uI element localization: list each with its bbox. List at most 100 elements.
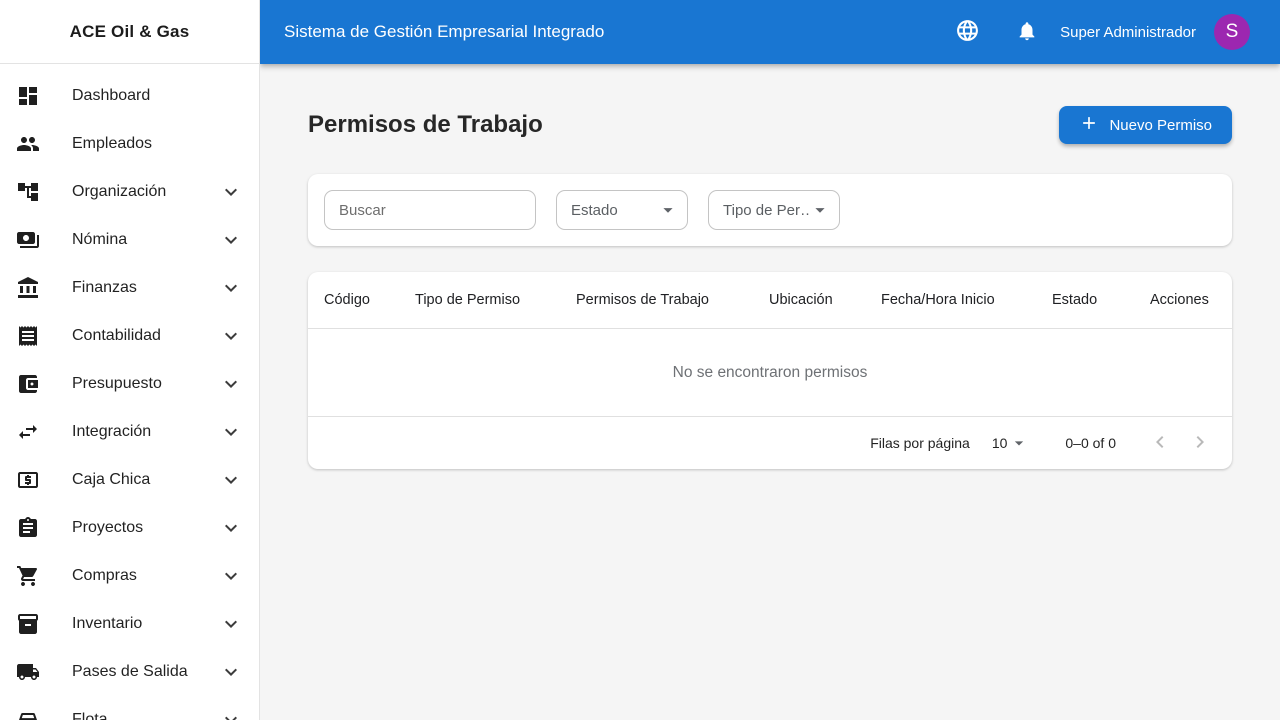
language-button[interactable] (955, 18, 980, 46)
appbar-title: Sistema de Gestión Empresarial Integrado (284, 22, 605, 41)
chevron-down-icon (219, 660, 243, 684)
column-header-acciones: Acciones (1150, 292, 1209, 308)
sidebar-item-label: Finanzas (72, 279, 137, 296)
search-input[interactable] (324, 190, 536, 230)
sidebar-item-empleados[interactable]: Empleados (0, 120, 259, 168)
dashboard-icon (16, 84, 40, 108)
page-title: Permisos de Trabajo (308, 111, 543, 138)
app-logo: ACE Oil & Gas (0, 0, 259, 64)
org-tree-icon (16, 180, 40, 204)
filters-panel: Estado Tipo de Per… (308, 174, 1232, 246)
dropdown-arrow-icon (1009, 433, 1029, 453)
chevron-down-icon (219, 180, 243, 204)
chevron-down-icon (219, 228, 243, 252)
chevron-left-icon (1148, 430, 1172, 457)
appbar-actions: Super Administrador S (955, 14, 1250, 50)
dropdown-arrow-icon (809, 199, 831, 221)
sidebar-item-caja-chica[interactable]: Caja Chica (0, 456, 259, 504)
sidebar-item-label: Caja Chica (72, 471, 151, 488)
rows-per-page-value: 10 (991, 435, 1008, 451)
dropdown-arrow-icon (657, 199, 679, 221)
sidebar-item-label: Presupuesto (72, 375, 162, 392)
permits-table: Código Tipo de Permiso Permisos de Traba… (308, 272, 1232, 469)
chevron-down-icon (219, 516, 243, 540)
cash-box-icon (16, 468, 40, 492)
estado-select[interactable]: Estado (556, 190, 688, 230)
plus-icon (1079, 113, 1099, 137)
sidebar-item-presupuesto[interactable]: Presupuesto (0, 360, 259, 408)
pagination-range-label: 0–0 of 0 (1065, 435, 1116, 451)
sidebar-item-organizacion[interactable]: Organización (0, 168, 259, 216)
empty-state-message: No se encontraron permisos (308, 329, 1232, 417)
table-pagination: Filas por página 10 0–0 of 0 (308, 417, 1232, 469)
table-header-row: Código Tipo de Permiso Permisos de Traba… (308, 272, 1232, 329)
sidebar-item-integracion[interactable]: Integración (0, 408, 259, 456)
appbar: Sistema de Gestión Empresarial Integrado… (260, 0, 1280, 64)
sidebar-item-dashboard[interactable]: Dashboard (0, 72, 259, 120)
tipo-permiso-select-label: Tipo de Per… (723, 201, 809, 219)
rows-per-page-select[interactable]: 10 (992, 433, 1030, 453)
page-header: Permisos de Trabajo Nuevo Permiso (308, 106, 1232, 144)
bell-icon (1016, 20, 1038, 45)
chevron-down-icon (219, 468, 243, 492)
clipboard-icon (16, 516, 40, 540)
chevron-down-icon (219, 420, 243, 444)
notifications-button[interactable] (1016, 20, 1038, 45)
new-permit-button[interactable]: Nuevo Permiso (1059, 106, 1232, 144)
sidebar-item-label: Empleados (72, 135, 153, 152)
chevron-right-icon (1188, 430, 1212, 457)
estado-select-label: Estado (571, 201, 618, 219)
avatar[interactable]: S (1214, 14, 1250, 50)
sidebar-item-contabilidad[interactable]: Contabilidad (0, 312, 259, 360)
sidebar-item-finanzas[interactable]: Finanzas (0, 264, 259, 312)
rows-per-page-label: Filas por página (870, 435, 970, 451)
sidebar-item-pases-de-salida[interactable]: Pases de Salida (0, 648, 259, 696)
sidebar-item-label: Flota (72, 711, 108, 720)
sidebar-item-label: Dashboard (72, 87, 151, 104)
sidebar: ACE Oil & Gas Dashboard Empleados Organi… (0, 0, 260, 720)
main-column: Sistema de Gestión Empresarial Integrado… (260, 0, 1280, 720)
sidebar-item-label: Nómina (72, 231, 128, 248)
globe-icon (955, 18, 980, 46)
inventory-box-icon (16, 612, 40, 636)
shopping-cart-icon (16, 564, 40, 588)
chevron-down-icon (219, 276, 243, 300)
sidebar-item-label: Contabilidad (72, 327, 161, 344)
sidebar-item-compras[interactable]: Compras (0, 552, 259, 600)
column-header-fecha-hora-inicio: Fecha/Hora Inicio (881, 292, 995, 308)
tipo-permiso-select[interactable]: Tipo de Per… (708, 190, 840, 230)
page-content: Permisos de Trabajo Nuevo Permiso Estado… (260, 64, 1280, 720)
new-permit-button-label: Nuevo Permiso (1109, 116, 1212, 134)
column-header-codigo: Código (324, 292, 370, 308)
previous-page-button[interactable] (1140, 423, 1180, 463)
bank-icon (16, 276, 40, 300)
column-header-ubicacion: Ubicación (769, 292, 833, 308)
people-icon (16, 132, 40, 156)
chevron-down-icon (219, 324, 243, 348)
sidebar-menu: Dashboard Empleados Organización Nómina … (0, 64, 259, 720)
chevron-down-icon (219, 372, 243, 396)
sidebar-item-label: Integración (72, 423, 152, 440)
sidebar-item-label: Inventario (72, 615, 143, 632)
sidebar-item-label: Compras (72, 567, 137, 584)
column-header-permisos-de-trabajo: Permisos de Trabajo (576, 292, 709, 308)
wallet-icon (16, 372, 40, 396)
sidebar-item-proyectos[interactable]: Proyectos (0, 504, 259, 552)
payments-icon (16, 228, 40, 252)
receipt-icon (16, 324, 40, 348)
sidebar-item-flota[interactable]: Flota (0, 696, 259, 720)
car-icon (16, 708, 40, 720)
user-name: Super Administrador (1060, 23, 1196, 41)
column-header-estado: Estado (1052, 292, 1098, 308)
swap-arrows-icon (16, 420, 40, 444)
app-root: ACE Oil & Gas Dashboard Empleados Organi… (0, 0, 1280, 720)
next-page-button[interactable] (1180, 423, 1220, 463)
sidebar-item-label: Proyectos (72, 519, 144, 536)
sidebar-item-label: Pases de Salida (72, 663, 188, 680)
chevron-down-icon (219, 612, 243, 636)
chevron-down-icon (219, 564, 243, 588)
sidebar-item-nomina[interactable]: Nómina (0, 216, 259, 264)
column-header-tipo-de-permiso: Tipo de Permiso (415, 292, 521, 308)
sidebar-item-label: Organización (72, 183, 167, 200)
sidebar-item-inventario[interactable]: Inventario (0, 600, 259, 648)
